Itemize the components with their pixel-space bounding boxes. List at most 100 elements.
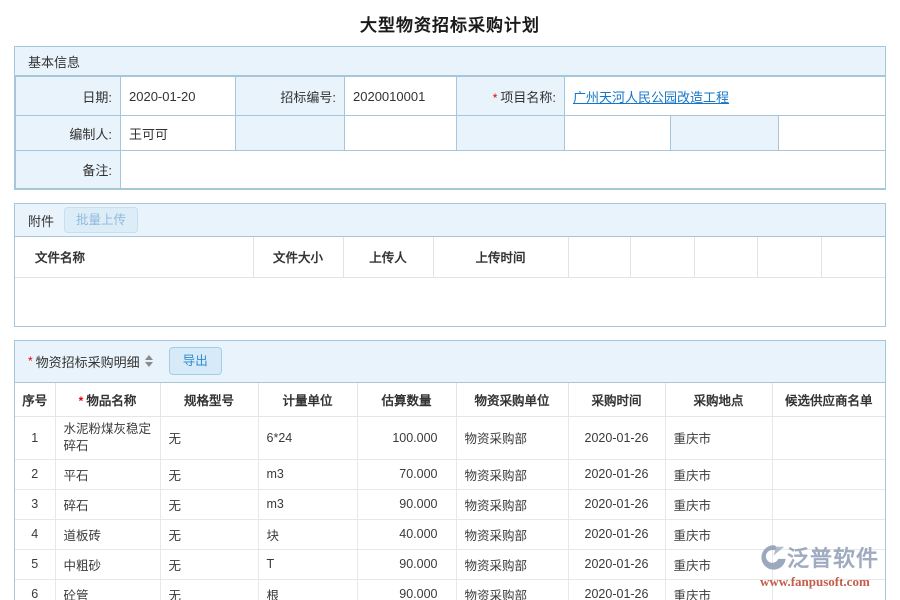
col-spec: 规格型号 [160,383,258,417]
cell-dept: 物资采购部 [456,549,568,579]
col-unit: 计量单位 [258,383,357,417]
empty-col [821,237,885,277]
basic-info-row-2: 编制人: 王可可 [16,116,886,151]
cell-place: 重庆市 [665,417,772,460]
basic-info-section-header: 基本信息 [15,47,885,76]
basic-info-section: 基本信息 日期: 2020-01-20 招标编号: 2020010001 *项目… [14,46,886,190]
cell-time: 2020-01-26 [568,549,665,579]
cell-seq: 4 [15,519,55,549]
detail-section: * 物资招标采购明细 导出 序号 *物品名称 规格型号 计量单位 估算数量 物资… [14,340,886,600]
cell-seq: 5 [15,549,55,579]
cell-spec: 无 [160,519,258,549]
detail-section-header: * 物资招标采购明细 导出 [15,341,885,383]
cell-qty: 90.000 [357,579,456,600]
basic-info-table: 日期: 2020-01-20 招标编号: 2020010001 *项目名称: 广… [15,76,886,189]
cell-spec: 无 [160,417,258,460]
cell-qty: 70.000 [357,459,456,489]
col-qty: 估算数量 [357,383,456,417]
col-seq: 序号 [15,383,55,417]
author-value: 王可可 [121,116,236,151]
author-label: 编制人: [16,116,121,151]
batch-upload-button[interactable]: 批量上传 [64,207,138,234]
cell-time: 2020-01-26 [568,459,665,489]
empty-label-cell [457,116,565,151]
table-row: 2 平石 无 m3 70.000 物资采购部 2020-01-26 重庆市 [15,459,885,489]
empty-col [630,237,694,277]
col-upload-time: 上传时间 [433,237,568,277]
cell-qty: 90.000 [357,489,456,519]
required-asterisk: * [79,394,84,408]
empty-col [568,237,630,277]
col-item-name: *物品名称 [55,383,160,417]
cell-time: 2020-01-26 [568,417,665,460]
cell-name: 平石 [55,459,160,489]
table-row: 6 砼管 无 根 90.000 物资采购部 2020-01-26 重庆市 [15,579,885,600]
cell-dept: 物资采购部 [456,417,568,460]
cell-unit: m3 [258,489,357,519]
cell-unit: 6*24 [258,417,357,460]
cell-dept: 物资采购部 [456,519,568,549]
cell-dept: 物资采购部 [456,459,568,489]
basic-info-row-1: 日期: 2020-01-20 招标编号: 2020010001 *项目名称: 广… [16,77,886,116]
required-asterisk: * [493,91,498,105]
col-file-name: 文件名称 [15,237,253,277]
cell-place: 重庆市 [665,549,772,579]
attachments-header-row: 文件名称 文件大小 上传人 上传时间 [15,237,885,277]
remark-label: 备注: [16,151,121,189]
cell-name: 中粗砂 [55,549,160,579]
attachments-section-title: 附件 [28,211,54,230]
detail-table: 序号 *物品名称 规格型号 计量单位 估算数量 物资采购单位 采购时间 采购地点… [15,383,885,600]
cell-seq: 3 [15,489,55,519]
empty-value-cell [345,116,457,151]
cell-dept: 物资采购部 [456,579,568,600]
cell-name: 砼管 [55,579,160,600]
cell-supplier [772,459,885,489]
col-supplier: 候选供应商名单 [772,383,885,417]
cell-qty: 100.000 [357,417,456,460]
cell-time: 2020-01-26 [568,489,665,519]
project-link[interactable]: 广州天河人民公园改造工程 [573,90,729,105]
page: 大型物资招标采购计划 基本信息 日期: 2020-01-20 招标编号: 202… [0,0,900,600]
bid-no-label: 招标编号: [236,77,345,116]
cell-place: 重庆市 [665,579,772,600]
cell-spec: 无 [160,579,258,600]
attachments-table: 文件名称 文件大小 上传人 上传时间 [15,237,885,278]
cell-unit: m3 [258,459,357,489]
date-value: 2020-01-20 [121,77,236,116]
cell-seq: 6 [15,579,55,600]
cell-seq: 1 [15,417,55,460]
empty-value-cell [779,116,886,151]
empty-label-cell [236,116,345,151]
sort-icon[interactable] [145,355,153,367]
empty-label-cell [671,116,779,151]
cell-place: 重庆市 [665,489,772,519]
col-time: 采购时间 [568,383,665,417]
attachments-section-header: 附件 批量上传 [15,204,885,237]
cell-name: 碎石 [55,489,160,519]
table-row: 1 水泥粉煤灰稳定碎石 无 6*24 100.000 物资采购部 2020-01… [15,417,885,460]
date-label: 日期: [16,77,121,116]
cell-spec: 无 [160,459,258,489]
cell-name: 道板砖 [55,519,160,549]
cell-qty: 90.000 [357,549,456,579]
attachments-section: 附件 批量上传 文件名称 文件大小 上传人 上传时间 [14,203,886,327]
cell-supplier [772,417,885,460]
col-uploader: 上传人 [343,237,433,277]
project-value-cell: 广州天河人民公园改造工程 [565,77,886,116]
cell-name: 水泥粉煤灰稳定碎石 [55,417,160,460]
col-place: 采购地点 [665,383,772,417]
export-button[interactable]: 导出 [169,347,222,376]
page-title: 大型物资招标采购计划 [0,0,900,46]
empty-col [694,237,757,277]
cell-dept: 物资采购部 [456,489,568,519]
cell-unit: 根 [258,579,357,600]
attachments-empty-area [15,278,885,326]
empty-value-cell [565,116,671,151]
cell-time: 2020-01-26 [568,519,665,549]
cell-spec: 无 [160,549,258,579]
cell-supplier [772,489,885,519]
cell-place: 重庆市 [665,519,772,549]
project-label: *项目名称: [457,77,565,116]
watermark: 泛普软件 www.fanpusoft.com [760,541,896,590]
required-asterisk: * [28,354,33,368]
